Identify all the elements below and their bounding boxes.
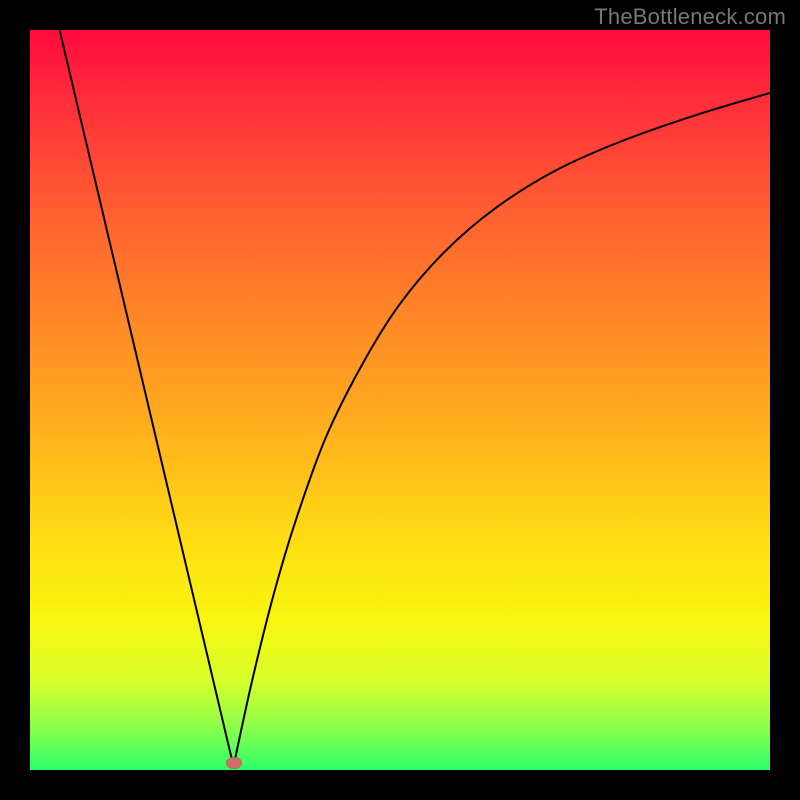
chart-frame: TheBottleneck.com <box>0 0 800 800</box>
plot-area <box>30 30 770 770</box>
optimum-marker <box>226 757 242 769</box>
bottleneck-curve <box>30 30 770 770</box>
watermark-text: TheBottleneck.com <box>594 4 786 30</box>
